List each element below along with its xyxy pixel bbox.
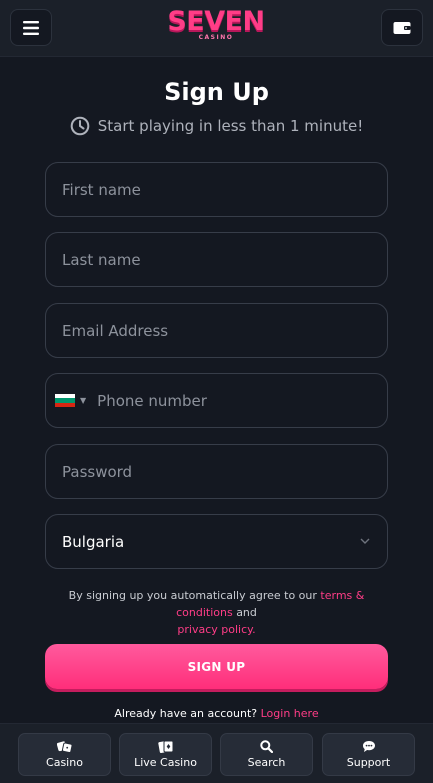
password-field[interactable]: Password (45, 444, 388, 499)
subtitle-row: Start playing in less than 1 minute! (0, 116, 433, 136)
phone-placeholder: Phone number (97, 391, 207, 410)
nav-live-casino[interactable]: Live Casino (119, 733, 212, 776)
bottom-nav: Casino Live Casino Search Support (0, 723, 433, 783)
already-text: Already have an account? (114, 707, 258, 720)
dice-icon (56, 741, 73, 753)
menu-button[interactable] (10, 9, 52, 46)
subtitle-text: Start playing in less than 1 minute! (97, 117, 364, 135)
terms-prefix: By signing up you automatically agree to… (68, 589, 317, 602)
email-field[interactable]: Email Address (45, 303, 388, 358)
login-link[interactable]: Login here (261, 707, 319, 720)
terms-and: and (236, 606, 257, 619)
hamburger-menu-icon (23, 20, 39, 35)
nav-support[interactable]: Support (322, 733, 415, 776)
email-placeholder: Email Address (62, 321, 169, 340)
nav-casino[interactable]: Casino (18, 733, 111, 776)
live-cards-icon (157, 740, 173, 753)
first-name-field[interactable]: First name (45, 162, 388, 217)
country-code-caret-icon[interactable]: ▼ (80, 396, 86, 405)
wallet-icon (393, 21, 411, 34)
search-icon (260, 740, 273, 753)
country-select-value: Bulgaria (62, 532, 125, 551)
nav-search[interactable]: Search (220, 733, 313, 776)
login-prompt: Already have an account? Login here (0, 707, 433, 720)
nav-support-label: Support (346, 756, 391, 769)
wallet-button[interactable] (381, 9, 423, 46)
last-name-placeholder: Last name (62, 250, 141, 269)
chevron-down-icon (360, 538, 370, 544)
nav-casino-label: Casino (46, 756, 83, 769)
clock-icon (70, 116, 90, 136)
terms-text: By signing up you automatically agree to… (40, 587, 393, 638)
phone-field[interactable]: ▼ Phone number (45, 373, 388, 428)
first-name-placeholder: First name (62, 180, 141, 199)
password-placeholder: Password (62, 462, 133, 481)
country-select[interactable]: Bulgaria (45, 514, 388, 569)
logo-text: SEVEN (167, 6, 265, 37)
signup-button[interactable]: SIGN UP (45, 644, 388, 689)
page-title: Sign Up (164, 78, 269, 106)
top-header: SEVEN CASINO (0, 0, 433, 57)
chat-bubble-icon (362, 741, 375, 752)
bulgaria-flag-icon[interactable] (55, 394, 75, 407)
nav-live-casino-label: Live Casino (134, 756, 197, 769)
nav-search-label: Search (247, 756, 286, 769)
site-logo[interactable]: SEVEN CASINO (165, 8, 267, 48)
privacy-link[interactable]: privacy policy. (177, 623, 255, 636)
last-name-field[interactable]: Last name (45, 232, 388, 287)
